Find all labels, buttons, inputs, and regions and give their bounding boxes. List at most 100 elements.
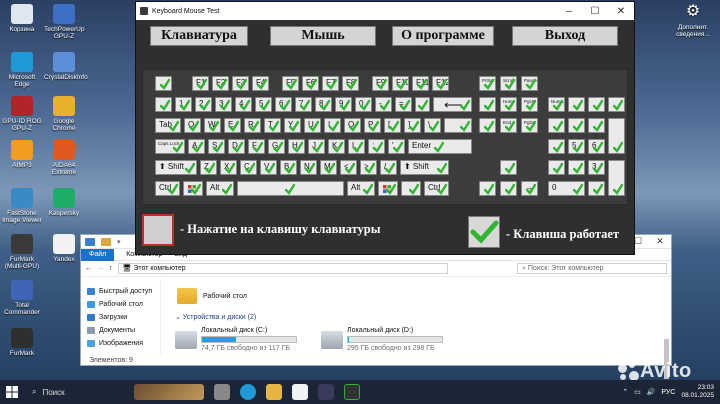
key[interactable]: C bbox=[240, 160, 257, 175]
key[interactable]: 0 bbox=[355, 97, 372, 112]
key[interactable]: 4 bbox=[235, 97, 252, 112]
key[interactable]: \ bbox=[424, 118, 441, 133]
key[interactable]: F6 bbox=[302, 76, 319, 91]
key[interactable]: Ctrl bbox=[424, 181, 449, 196]
key[interactable] bbox=[500, 160, 517, 175]
key[interactable]: F2 bbox=[212, 76, 229, 91]
key[interactable]: F9 bbox=[372, 76, 389, 91]
key[interactable]: F12 bbox=[432, 76, 449, 91]
key[interactable]: Scroll Lock bbox=[500, 76, 517, 91]
maximize-icon[interactable]: ☐ bbox=[582, 6, 608, 17]
desktop-icon[interactable]: FurMark (Multi-GPU) bbox=[2, 234, 42, 271]
close-icon[interactable]: ✕ bbox=[608, 6, 634, 17]
key[interactable]: / bbox=[380, 160, 397, 175]
key[interactable] bbox=[183, 181, 203, 196]
key[interactable]: 2 bbox=[195, 97, 212, 112]
menu-mouse-button[interactable]: Мышь bbox=[270, 26, 376, 46]
folder-icon[interactable] bbox=[101, 237, 111, 246]
key[interactable]: F3 bbox=[232, 76, 249, 91]
key[interactable]: Pause bbox=[521, 76, 538, 91]
key[interactable] bbox=[608, 160, 625, 196]
taskbar-search[interactable]: ⌕ Поиск bbox=[24, 387, 124, 397]
nav-item-pictures[interactable]: Изображения bbox=[87, 337, 160, 350]
desktop-icon[interactable]: TechPowerUp GPU-Z bbox=[44, 4, 84, 41]
desktop-icon[interactable]: Google Chrome bbox=[44, 96, 84, 133]
nav-item-desktop[interactable]: Рабочий стол bbox=[87, 298, 160, 311]
key[interactable] bbox=[588, 181, 605, 196]
keyboard-test-app-icon[interactable] bbox=[344, 384, 360, 400]
key[interactable] bbox=[500, 181, 517, 196]
close-icon[interactable]: ✕ bbox=[649, 236, 671, 247]
taskbar-app-news[interactable] bbox=[134, 384, 204, 400]
key[interactable]: > bbox=[360, 160, 377, 175]
key[interactable] bbox=[401, 181, 421, 196]
key[interactable]: 3 bbox=[588, 160, 605, 175]
key[interactable]: I bbox=[324, 118, 341, 133]
key[interactable]: F4 bbox=[252, 76, 269, 91]
key[interactable]: F11 bbox=[412, 76, 429, 91]
key[interactable]: E bbox=[224, 118, 241, 133]
file-explorer-icon[interactable] bbox=[266, 384, 282, 400]
keyboard-test-window[interactable]: Keyboard Mouse Test – ☐ ✕ Клавиатура Мыш… bbox=[135, 1, 635, 255]
key[interactable]: Ctrl bbox=[155, 181, 180, 196]
key[interactable]: F5 bbox=[282, 76, 299, 91]
edge-icon[interactable] bbox=[240, 384, 256, 400]
quick-access-dropdown-icon[interactable]: ▾ bbox=[117, 238, 121, 246]
key[interactable] bbox=[568, 160, 585, 175]
network-icon[interactable]: ▭ bbox=[634, 388, 641, 396]
folder-desktop[interactable]: Рабочий стол bbox=[175, 285, 671, 307]
store-icon[interactable] bbox=[292, 384, 308, 400]
key[interactable]: L bbox=[348, 139, 365, 154]
address-input[interactable]: 🖥 Этот компьютер bbox=[117, 263, 448, 274]
key[interactable]: G bbox=[268, 139, 285, 154]
desktop-icon[interactable]: Yandex bbox=[44, 234, 84, 263]
search-input[interactable]: ⌕ Поиск: Этот компьютер bbox=[517, 263, 667, 274]
key[interactable] bbox=[444, 118, 472, 133]
key[interactable]: F bbox=[248, 139, 265, 154]
key[interactable]: 7 bbox=[295, 97, 312, 112]
desktop-icon-info[interactable]: ⚙ Дополнит. сведения... bbox=[668, 2, 718, 39]
key[interactable]: PgDn bbox=[521, 118, 538, 133]
key[interactable] bbox=[588, 97, 605, 112]
key[interactable]: 5 bbox=[255, 97, 272, 112]
key[interactable]: T bbox=[264, 118, 281, 133]
key[interactable]: F8 bbox=[342, 76, 359, 91]
tab-file[interactable]: Файл bbox=[81, 248, 115, 261]
key[interactable]: Alt bbox=[206, 181, 234, 196]
key[interactable]: 0 bbox=[548, 181, 585, 196]
key[interactable] bbox=[608, 118, 625, 154]
nav-item-downloads[interactable]: Загрузки bbox=[87, 311, 160, 324]
key[interactable] bbox=[548, 139, 565, 154]
key[interactable]: 1 bbox=[175, 97, 192, 112]
notes-icon[interactable] bbox=[318, 384, 334, 400]
key[interactable]: H bbox=[288, 139, 305, 154]
key[interactable]: 6 bbox=[275, 97, 292, 112]
menu-keyboard-button[interactable]: Клавиатура bbox=[150, 26, 248, 46]
back-icon[interactable]: ← bbox=[85, 265, 92, 272]
desktop-icon[interactable]: GPU-ID ROG GPU-Z bbox=[2, 96, 42, 133]
desktop-icon[interactable]: Kaspersky bbox=[44, 188, 84, 217]
desktop-icon[interactable]: CrystalDiskInfo bbox=[44, 52, 88, 81]
key[interactable]: PgUp bbox=[521, 97, 538, 112]
key[interactable]: 8 bbox=[315, 97, 332, 112]
language-indicator[interactable]: РУС bbox=[661, 389, 675, 396]
minimize-icon[interactable]: – bbox=[556, 6, 582, 17]
key[interactable]: Home bbox=[500, 97, 517, 112]
properties-icon[interactable] bbox=[85, 237, 95, 246]
key[interactable]: Q bbox=[184, 118, 201, 133]
key[interactable]: S bbox=[208, 139, 225, 154]
key[interactable]: K bbox=[328, 139, 345, 154]
key[interactable]: = bbox=[395, 97, 412, 112]
key[interactable]: - bbox=[375, 97, 392, 112]
desktop-icon[interactable]: AIDA64 Extreme bbox=[44, 140, 84, 177]
nav-item-quick-access[interactable]: Быстрый доступ bbox=[87, 285, 160, 298]
key[interactable]: 9 bbox=[335, 97, 352, 112]
key[interactable]: Caps Lock bbox=[155, 139, 185, 154]
clock[interactable]: 23:03 08.01.2025 bbox=[681, 384, 714, 400]
menu-about-button[interactable]: О программе bbox=[392, 26, 494, 46]
desktop-icon[interactable]: FastStone Image Viewer bbox=[2, 188, 42, 225]
drive-c[interactable]: Локальный диск (C:) 74,7 ГБ свободно из … bbox=[175, 327, 297, 352]
key[interactable]: PrtSc SysRq bbox=[479, 76, 496, 91]
key[interactable] bbox=[155, 76, 172, 91]
chevron-up-icon[interactable]: ⌃ bbox=[622, 388, 628, 396]
